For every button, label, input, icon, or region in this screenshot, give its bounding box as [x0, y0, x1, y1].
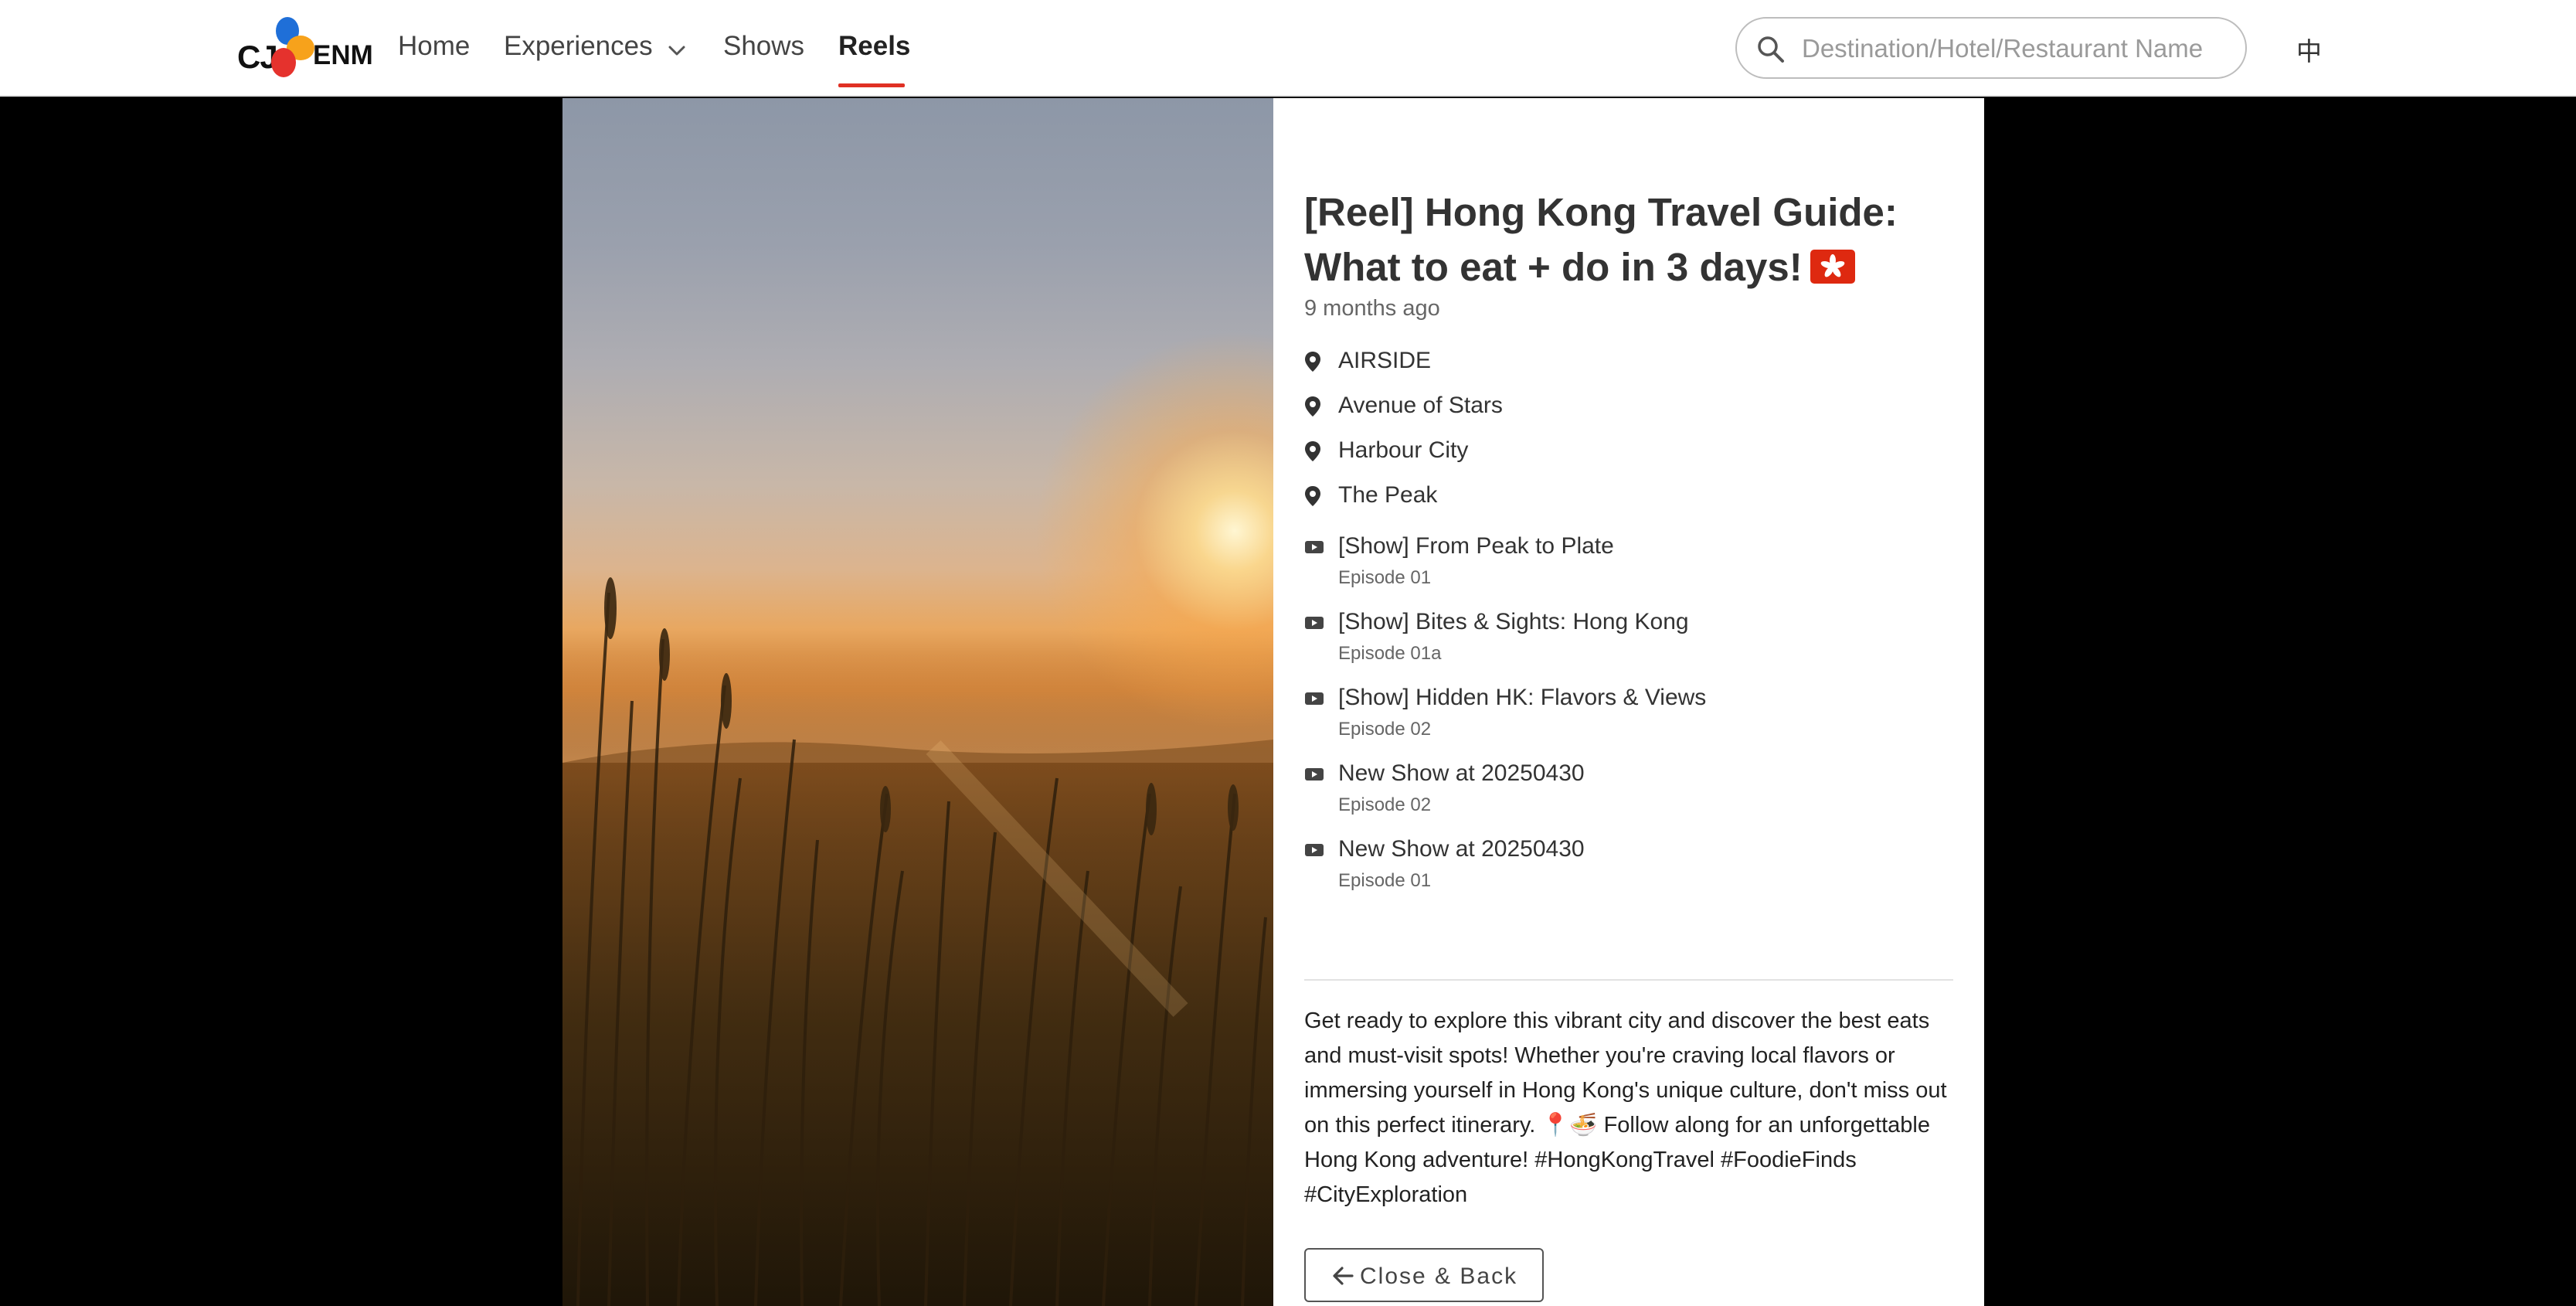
location-name: AIRSIDE [1338, 348, 1432, 373]
map-pin-icon [1304, 351, 1321, 379]
tv-show-icon [1304, 842, 1324, 863]
show-episode: Episode 01 [1338, 567, 1432, 588]
active-tab-indicator [838, 83, 905, 87]
show-title: New Show at 20250430 [1338, 760, 1585, 786]
show-episode: Episode 01a [1338, 643, 1442, 664]
show-title: [Show] Bites & Sights: Hong Kong [1338, 609, 1689, 634]
tv-show-icon [1304, 539, 1324, 560]
tv-show-icon [1304, 767, 1324, 787]
nav-shows-link[interactable]: Shows [723, 31, 804, 62]
reel-video-player[interactable] [562, 98, 1273, 1306]
tv-show-icon [1304, 615, 1324, 636]
arrow-left-icon [1332, 1266, 1354, 1292]
map-pin-icon [1304, 485, 1321, 513]
reel-description: Get ready to explore this vibrant city a… [1304, 1008, 1947, 1207]
posted-time: 9 months ago [1304, 296, 1440, 321]
search-icon[interactable] [1755, 34, 1786, 69]
reel-title-text: [Reel] Hong Kong Travel Guide: What to e… [1304, 190, 1898, 290]
show-episode: Episode 02 [1338, 794, 1432, 815]
search-input[interactable] [1800, 29, 2236, 68]
map-pin-icon [1304, 440, 1321, 468]
show-title: [Show] From Peak to Plate [1338, 533, 1614, 559]
reel-detail-panel: [Reel] Hong Kong Travel Guide: What to e… [1273, 98, 1984, 1306]
chevron-down-icon [668, 32, 685, 63]
map-pin-icon [1304, 396, 1321, 423]
reel-title: [Reel] Hong Kong Travel Guide: What to e… [1304, 185, 1938, 298]
tv-show-icon [1304, 691, 1324, 712]
location-name: The Peak [1338, 482, 1438, 508]
cj-enm-logo[interactable]: CJ ENM [236, 15, 373, 80]
grass-field-silhouette [562, 577, 1273, 1306]
close-and-back-button[interactable]: Close & Back [1304, 1248, 1544, 1302]
top-navigation-bar: CJ ENM Home Experiences Shows Reels 中 [0, 0, 2576, 97]
show-title: New Show at 20250430 [1338, 836, 1585, 862]
hong-kong-flag-icon [1810, 243, 1855, 298]
nav-experiences-dropdown[interactable]: Experiences [504, 31, 685, 63]
show-episode: Episode 01 [1338, 870, 1432, 891]
close-and-back-label: Close & Back [1360, 1263, 1518, 1289]
location-name: Harbour City [1338, 437, 1469, 463]
nav-reels-link[interactable]: Reels [838, 31, 910, 62]
logo-text-enm: ENM [313, 40, 373, 70]
nav-home-link[interactable]: Home [398, 31, 470, 62]
nav-experiences-label: Experiences [504, 31, 653, 61]
logo-petal-red [271, 48, 296, 77]
section-divider [1304, 979, 1953, 981]
location-name: Avenue of Stars [1338, 393, 1503, 418]
show-title: [Show] Hidden HK: Flavors & Views [1338, 685, 1707, 710]
show-episode: Episode 02 [1338, 719, 1432, 740]
search-box[interactable] [1735, 17, 2247, 79]
language-toggle[interactable]: 中 [2296, 31, 2322, 68]
